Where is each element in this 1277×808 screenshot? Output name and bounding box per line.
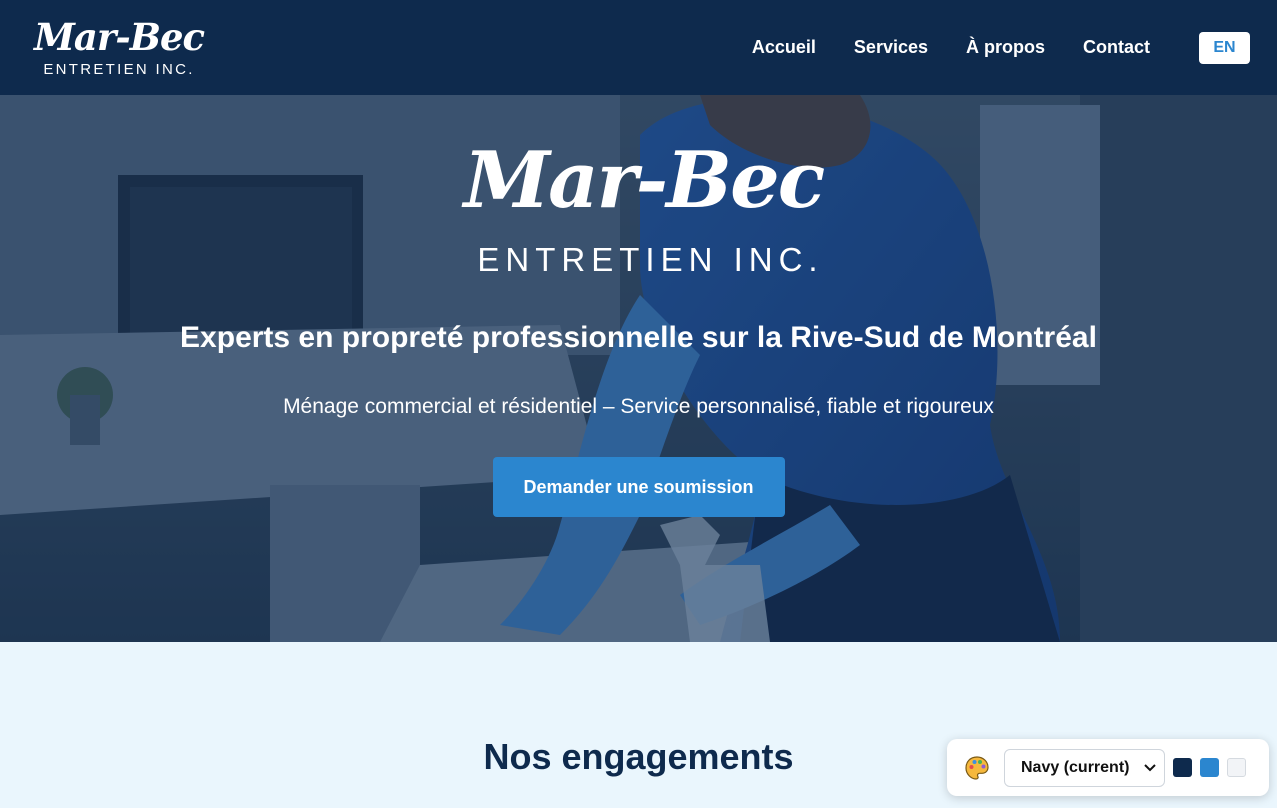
hero-logo-script: Mar-Bec (463, 135, 825, 226)
theme-swatch-blue[interactable] (1200, 758, 1219, 777)
hero-logo-subtitle: ENTRETIEN INC. (477, 241, 824, 278)
palette-icon (964, 755, 990, 781)
logo-subtitle: ENTRETIEN INC. (43, 61, 195, 78)
theme-switcher: Navy (current) (947, 739, 1269, 796)
theme-select[interactable]: Navy (current) (1004, 748, 1165, 787)
hero-section: Mar-Bec ENTRETIEN INC. Experts en propre… (0, 95, 1277, 642)
nav-link-contact[interactable]: Contact (1083, 37, 1150, 58)
nav-link-a-propos[interactable]: À propos (966, 37, 1045, 58)
theme-swatch-navy[interactable] (1173, 758, 1192, 777)
main-nav: Accueil Services À propos Contact EN (714, 31, 1250, 64)
nav-link-services[interactable]: Services (854, 37, 928, 58)
brand-logo[interactable]: Mar-Bec ENTRETIEN INC. (26, 17, 212, 78)
language-toggle-button[interactable]: EN (1199, 31, 1250, 64)
request-quote-button[interactable]: Demander une soumission (492, 457, 785, 517)
hero-tagline: Ménage commercial et résidentiel – Servi… (283, 395, 994, 418)
theme-swatch-light[interactable] (1227, 758, 1246, 777)
theme-select-value: Navy (current) (1021, 758, 1130, 776)
hero-headline: Experts en propreté professionnelle sur … (180, 321, 1097, 354)
logo-script-text: Mar-Bec (33, 15, 205, 59)
chevron-down-icon (1144, 763, 1156, 771)
site-header: Mar-Bec ENTRETIEN INC. Accueil Services … (0, 0, 1277, 95)
nav-link-accueil[interactable]: Accueil (752, 37, 816, 58)
hero-content: Mar-Bec ENTRETIEN INC. Experts en propre… (0, 95, 1277, 642)
